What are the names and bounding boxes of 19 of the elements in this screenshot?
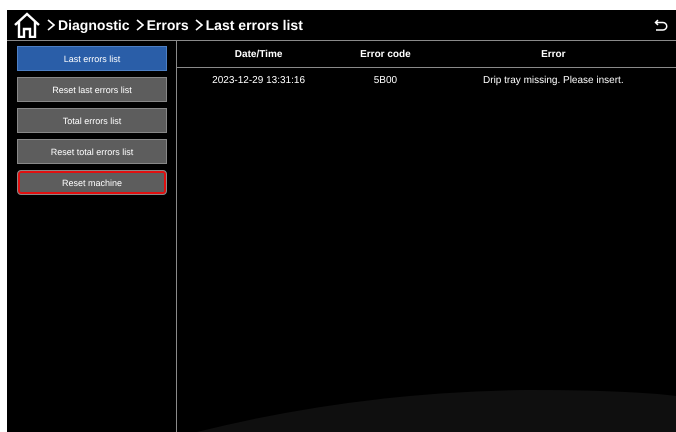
table-cell: 2023-12-29 13:31:16 — [177, 68, 340, 92]
menu-button[interactable]: Last errors list — [17, 46, 167, 71]
breadcrumb-item[interactable]: Last errors list — [206, 17, 303, 33]
menu-button[interactable]: Total errors list — [17, 108, 167, 133]
chevron-icon — [194, 19, 203, 31]
column-header: Error — [430, 41, 676, 68]
menu-button[interactable]: Reset machine — [17, 170, 167, 195]
chevron-icon — [136, 19, 144, 31]
back-icon[interactable] — [654, 18, 668, 32]
home-icon[interactable] — [13, 12, 41, 38]
table-cell: 5B00 — [340, 68, 431, 92]
column-header: Date/Time — [177, 41, 340, 68]
menu-button[interactable]: Reset last errors list — [17, 77, 167, 102]
column-header: Error code — [340, 41, 431, 68]
menu-button[interactable]: Reset total errors list — [17, 139, 167, 164]
chevron-icon — [47, 19, 55, 31]
table-cell: Drip tray missing. Please insert. — [430, 68, 676, 92]
breadcrumb-item[interactable]: Diagnostic — [58, 17, 130, 33]
breadcrumb-item[interactable]: Errors — [146, 17, 189, 33]
